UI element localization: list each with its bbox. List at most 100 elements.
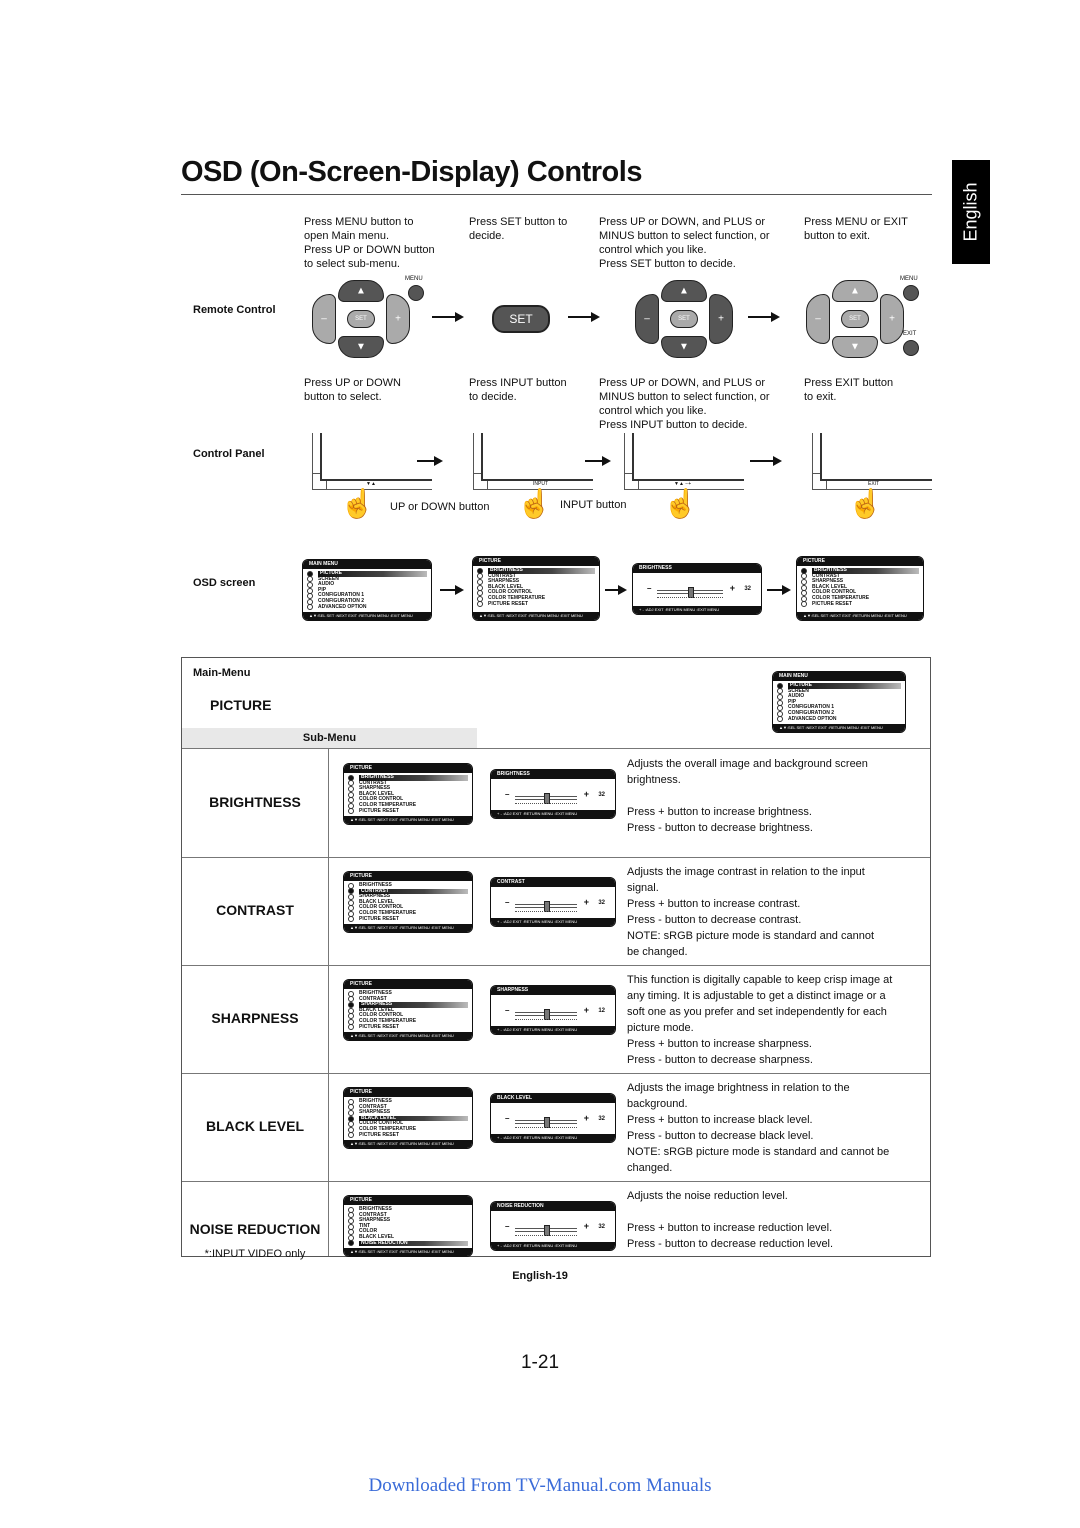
- panel-key-label[interactable]: INPUT: [533, 481, 548, 487]
- arrow-icon: [585, 456, 611, 466]
- osd-header: PICTURE: [344, 980, 472, 989]
- remote-step-1-text: Press MENU button to open Main menu. Pre…: [304, 216, 435, 270]
- radio-icon: [348, 1132, 354, 1139]
- slider-ticks: [515, 909, 577, 912]
- panel-key-label[interactable]: EXIT: [868, 481, 879, 487]
- plus-button[interactable]: +: [709, 294, 733, 344]
- input-callout: INPUT button: [560, 499, 627, 511]
- slider-track: [515, 1117, 577, 1128]
- exit-button[interactable]: [903, 340, 919, 356]
- osd-footer: + - :ADJ EXIT :RETURN MENU :EXIT MENU: [491, 918, 615, 926]
- plus-icon: +: [729, 583, 735, 593]
- plus-button[interactable]: +: [386, 294, 410, 344]
- osd-adjust-slider: BLACK LEVEL – +32 + - :ADJ EXIT :RETURN MEN…: [490, 1093, 616, 1143]
- radio-icon: [348, 808, 354, 815]
- osd-menu-item: ADVANCED OPTION: [777, 716, 901, 723]
- down-button[interactable]: ▼: [338, 336, 384, 358]
- osd-submenu: PICTURE BRIGHTNESS CONTRAST SHARPNESS TINT CO…: [343, 1195, 473, 1257]
- osd-footer: + - :ADJ EXIT :RETURN MENU :EXIT MENU: [491, 1134, 615, 1142]
- panel-step-4-text: Press EXIT button to exit.: [804, 377, 894, 403]
- menu-button[interactable]: [903, 285, 919, 301]
- page-number: 1-21: [520, 1352, 560, 1373]
- osd-header: PICTURE: [344, 872, 472, 881]
- menu-label: MENU: [900, 276, 918, 282]
- minus-button[interactable]: –: [635, 294, 659, 344]
- osd-menu-item: PICTURE RESET: [348, 916, 468, 923]
- set-button[interactable]: SET: [670, 310, 698, 328]
- slider-value: 32: [598, 900, 605, 906]
- sub-menu-header: Sub-Menu: [182, 728, 477, 748]
- footer-download-link[interactable]: Downloaded From TV-Manual.com Manuals: [0, 1475, 1080, 1497]
- osd-submenu: PICTURE BRIGHTNESS CONTRAST SHARPNESS BLACK …: [343, 763, 473, 825]
- radio-icon: [777, 716, 783, 723]
- osd-footer: ▲▼:SEL SET :NEXT EXIT :RETURN MENU :EXIT…: [797, 612, 923, 620]
- slider-track: [515, 901, 577, 912]
- osd-footer: ▲▼:SEL SET :NEXT EXIT :RETURN MENU :EXIT…: [773, 724, 905, 732]
- plus-icon: +: [583, 789, 589, 799]
- osd-header: CONTRAST: [491, 878, 615, 887]
- slider-track: [657, 587, 723, 598]
- exit-label: EXIT: [903, 331, 917, 337]
- osd-adjust-slider: BRIGHTNESS – +32 + - :ADJ EXIT :RETURN MENU…: [490, 769, 616, 819]
- radio-icon: [348, 1024, 354, 1031]
- function-name: CONTRAST: [216, 902, 294, 918]
- osd-picture-menu: PICTURE BRIGHTNESS CONTRAST SHARPNESS BLACK …: [472, 556, 600, 621]
- panel-key-label[interactable]: ▼▲ −+: [674, 481, 691, 487]
- osd-header: BRIGHTNESS: [633, 564, 761, 573]
- osd-submenu: PICTURE BRIGHTNESS CONTRAST SHARPNESS BLACK …: [343, 979, 473, 1041]
- osd-header: PICTURE: [344, 1088, 472, 1097]
- arrow-icon: [440, 585, 464, 595]
- plus-icon: +: [583, 897, 589, 907]
- arrow-icon: [432, 312, 464, 322]
- osd-footer: ▲▼:SEL SET :NEXT EXIT :RETURN MENU :EXIT…: [344, 1140, 472, 1148]
- menu-button[interactable]: [408, 285, 424, 301]
- remote-dpad-step-1: ▲ ▼ – + SET: [310, 280, 410, 358]
- set-button[interactable]: SET: [347, 310, 375, 328]
- function-description: Adjusts the image contrast in relation t…: [627, 866, 875, 958]
- minus-icon: –: [505, 898, 510, 907]
- panel-corner-3: ▼▲ −+: [624, 433, 744, 490]
- minus-button[interactable]: –: [806, 294, 830, 344]
- slider-ticks: [515, 1125, 577, 1128]
- osd-menu-item: PICTURE RESET: [348, 1132, 468, 1139]
- radio-icon: [348, 1240, 354, 1247]
- minus-icon: –: [505, 790, 510, 799]
- slider-value: 32: [598, 1116, 605, 1122]
- plus-button[interactable]: +: [880, 294, 904, 344]
- osd-footer: ▲▼:SEL SET :NEXT EXIT :RETURN MENU :EXIT…: [344, 816, 472, 824]
- minus-icon: –: [505, 1222, 510, 1231]
- main-menu-label: Main-Menu: [193, 667, 251, 679]
- up-button[interactable]: ▲: [832, 280, 878, 302]
- panel-corner-1: ▼▲: [312, 433, 432, 490]
- inner-page-number: English-19: [512, 1270, 568, 1282]
- pointing-hand-icon: ☝: [340, 488, 375, 519]
- arrow-icon: [748, 312, 780, 322]
- osd-menu-item: PICTURE RESET: [348, 1024, 468, 1031]
- radio-icon: [307, 604, 313, 611]
- pointing-hand-icon: ☝: [848, 488, 883, 519]
- plus-icon: +: [583, 1005, 589, 1015]
- set-button[interactable]: SET: [841, 310, 869, 328]
- remote-step-2-text: Press SET button to decide.: [469, 216, 568, 242]
- osd-submenu: PICTURE BRIGHTNESS CONTRAST SHARPNESS BLACK …: [343, 871, 473, 933]
- up-button[interactable]: ▲: [338, 280, 384, 302]
- remote-dpad-step-4: ▲ ▼ – + SET: [804, 280, 904, 358]
- osd-adjust-slider: NOISE REDUCTION – +32 + - :ADJ EXIT :RETURN…: [490, 1201, 616, 1251]
- language-tab: English: [952, 160, 990, 264]
- down-button[interactable]: ▼: [661, 336, 707, 358]
- down-button[interactable]: ▼: [832, 336, 878, 358]
- osd-slider: – +32: [647, 583, 751, 598]
- page-title: OSD (On-Screen-Display) Controls: [181, 156, 642, 188]
- osd-footer: ▲▼:SEL SET :NEXT EXIT :RETURN MENU :EXIT…: [473, 612, 599, 620]
- title-divider: [181, 194, 932, 195]
- set-button-large[interactable]: SET: [492, 305, 550, 333]
- minus-button[interactable]: –: [312, 294, 336, 344]
- panel-key-label[interactable]: ▼▲: [366, 481, 376, 487]
- osd-main-menu: MAIN MENU PICTURE SCREEN AUDIO PIP CONFIGURAT…: [302, 559, 432, 621]
- arrow-icon: [605, 585, 627, 595]
- osd-submenu: PICTURE BRIGHTNESS CONTRAST SHARPNESS BLACK …: [343, 1087, 473, 1149]
- osd-footer: + - :ADJ EXIT :RETURN MENU :EXIT MENU: [491, 1026, 615, 1034]
- osd-footer: ▲▼:SEL SET :NEXT EXIT :RETURN MENU :EXIT…: [344, 1032, 472, 1040]
- osd-header: SHARPNESS: [491, 986, 615, 995]
- up-button[interactable]: ▲: [661, 280, 707, 302]
